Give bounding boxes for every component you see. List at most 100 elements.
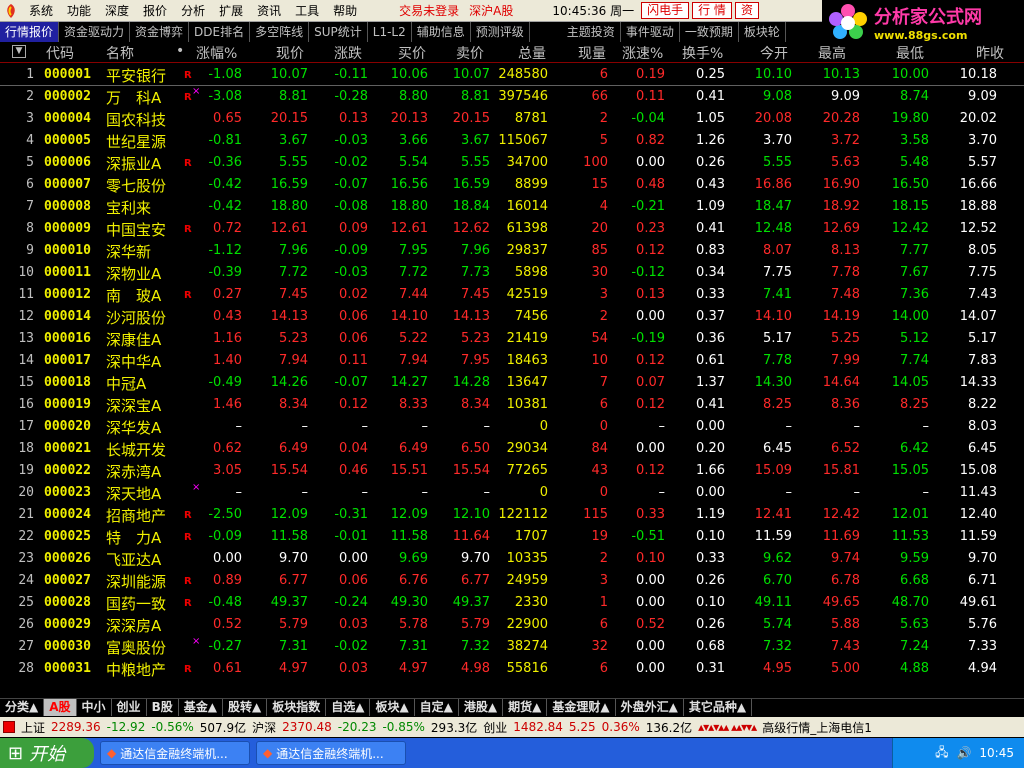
col-name[interactable]: 名称 xyxy=(106,43,134,63)
table-row[interactable]: 23 000026 飞亚达A 0.00 9.70 0.00 9.69 9.70 10335 2 0.… xyxy=(0,548,1024,570)
table-row[interactable]: 12 000014 沙河股份 0.43 14.13 0.06 14.10 14.13 7456 2… xyxy=(0,306,1024,328)
table-row[interactable]: 6 000007 零七股份 -0.42 16.59 -0.07 16.56 16.59 8899… xyxy=(0,174,1024,196)
market-tab-4[interactable]: B股 xyxy=(147,699,179,716)
start-button[interactable]: ⊞ 开始 xyxy=(0,738,94,768)
table-row[interactable]: 2 000002 万 科A R × -3.08 8.81 -0.28 8.80 8.81 39754… xyxy=(0,86,1024,108)
market-tab-1[interactable]: A股 xyxy=(44,699,77,716)
quote-button[interactable]: 行 情 xyxy=(692,2,732,19)
row-index: 8 xyxy=(26,221,34,236)
market-tab-5[interactable]: 基金▲ xyxy=(179,699,223,716)
tab-1[interactable]: 资金驱动力 xyxy=(59,22,131,42)
col-high[interactable]: 最高 xyxy=(818,43,846,63)
table-row[interactable]: 20 000023 深天地A × – – – – – 0 0 – 0.00 – – – 11.43 xyxy=(0,482,1024,504)
taskbar-window-2[interactable]: ◆ 通达信金融终端机... xyxy=(256,741,406,765)
cy-percent: 0.36% xyxy=(601,720,640,734)
menu-system[interactable]: 系统 xyxy=(22,0,60,22)
table-row[interactable]: 7 000008 宝利来 -0.42 18.80 -0.08 18.80 18.84 16014… xyxy=(0,196,1024,218)
table-row[interactable]: 3 000004 国农科技 0.65 20.15 0.13 20.13 20.15 8781 2 -… xyxy=(0,108,1024,130)
tab-5[interactable]: SUP统计 xyxy=(309,22,368,42)
volume-icon[interactable]: 🔊 xyxy=(956,746,971,760)
market-tab-9[interactable]: 板块▲ xyxy=(370,699,415,716)
table-row[interactable]: 19 000022 深赤湾A 3.05 15.54 0.46 15.51 15.54 77265… xyxy=(0,460,1024,482)
menu-depth[interactable]: 深度 xyxy=(98,0,136,22)
market-tab-2[interactable]: 中小 xyxy=(77,699,112,716)
table-row[interactable]: 27 000030 富奥股份 × -0.27 7.31 -0.02 7.31 7.32 38274… xyxy=(0,636,1024,658)
menu-analysis[interactable]: 分析 xyxy=(174,0,212,22)
col-code[interactable]: 代码 xyxy=(46,43,74,63)
trade-status-link[interactable]: 交易未登录 xyxy=(394,0,464,22)
table-row[interactable]: 17 000020 深华发A – – – – – 0 0 – 0.00 – – – 8.03 xyxy=(0,416,1024,438)
col-current-volume[interactable]: 现量 xyxy=(578,43,606,63)
tab-4[interactable]: 多空阵线 xyxy=(250,22,310,42)
tab-9[interactable]: 主题投资 xyxy=(562,22,621,42)
tab-8[interactable]: 预测评级 xyxy=(471,22,530,42)
col-change[interactable]: 涨跌 xyxy=(334,43,362,63)
table-row[interactable]: 1 000001 平安银行 R -1.08 10.07 -0.11 10.06 10.07 248… xyxy=(0,64,1024,86)
menu-tools[interactable]: 工具 xyxy=(288,0,326,22)
tab-3[interactable]: DDE排名 xyxy=(189,22,251,42)
table-row[interactable]: 9 000010 深华新 -1.12 7.96 -0.09 7.95 7.96 29837 85 0… xyxy=(0,240,1024,262)
table-row[interactable]: 8 000009 中国宝安 R 0.72 12.61 0.09 12.61 12.62 61398… xyxy=(0,218,1024,240)
tab-12[interactable]: 板块轮 xyxy=(739,22,786,42)
tab-2[interactable]: 资金博弈 xyxy=(130,22,190,42)
market-tab-14[interactable]: 外盘外汇▲ xyxy=(616,699,684,716)
menu-help[interactable]: 帮助 xyxy=(326,0,364,22)
col-ask[interactable]: 卖价 xyxy=(456,43,484,63)
market-tab-12[interactable]: 期货▲ xyxy=(503,699,548,716)
market-tab-11[interactable]: 港股▲ xyxy=(459,699,504,716)
tab-0[interactable]: 行情报价 xyxy=(0,22,60,42)
table-row[interactable]: 10 000011 深物业A -0.39 7.72 -0.03 7.72 7.73 5898 30… xyxy=(0,262,1024,284)
market-tab-0[interactable]: 分类▲ xyxy=(0,699,45,716)
network-icon[interactable]: 🖧 xyxy=(935,743,948,764)
table-row[interactable]: 5 000006 深振业A R -0.36 5.55 -0.02 5.54 5.55 34700 1… xyxy=(0,152,1024,174)
table-row[interactable]: 24 000027 深圳能源 R 0.89 6.77 0.06 6.76 6.77 24959 3 0… xyxy=(0,570,1024,592)
info-button[interactable]: 资 xyxy=(734,2,759,19)
sort-dropdown-icon[interactable]: ▼ xyxy=(12,45,26,58)
table-row[interactable]: 22 000025 特 力A R -0.09 11.58 -0.01 11.58 11.64 17… xyxy=(0,526,1024,548)
col-prev-close[interactable]: 昨收 xyxy=(976,43,1004,63)
table-row[interactable]: 16 000019 深深宝A 1.46 8.34 0.12 8.33 8.34 10381 6 0.… xyxy=(0,394,1024,416)
tab-10[interactable]: 事件驱动 xyxy=(621,22,680,42)
table-row[interactable]: 18 000021 长城开发 0.62 6.49 0.04 6.49 6.50 29034 84 0… xyxy=(0,438,1024,460)
menu-extend[interactable]: 扩展 xyxy=(212,0,250,22)
table-row[interactable]: 14 000017 深中华A 1.40 7.94 0.11 7.94 7.95 18463 10 0… xyxy=(0,350,1024,372)
col-bid[interactable]: 买价 xyxy=(398,43,426,63)
col-pct[interactable]: 涨幅% xyxy=(196,43,237,63)
market-tab-8[interactable]: 自选▲ xyxy=(326,699,371,716)
market-tab-6[interactable]: 股转▲ xyxy=(223,699,268,716)
col-price[interactable]: 现价 xyxy=(276,43,304,63)
market-tab-3[interactable]: 创业 xyxy=(112,699,147,716)
sz-index[interactable]: 2370.48 xyxy=(282,720,332,734)
menu-quote[interactable]: 报价 xyxy=(136,0,174,22)
col-volume[interactable]: 总量 xyxy=(518,43,546,63)
market-tab-10[interactable]: 自定▲ xyxy=(415,699,459,716)
tab-11[interactable]: 一致预期 xyxy=(680,22,739,42)
col-open[interactable]: 今开 xyxy=(760,43,788,63)
table-row[interactable]: 21 000024 招商地产 R -2.50 12.09 -0.31 12.09 12.10 12… xyxy=(0,504,1024,526)
table-row[interactable]: 28 000031 中粮地产 R 0.61 4.97 0.03 4.97 4.98 55816 6 0… xyxy=(0,658,1024,680)
market-tab-7[interactable]: 板块指数 xyxy=(267,699,327,716)
feed-label[interactable]: 高级行情_上海电信1 xyxy=(762,719,872,736)
col-speed[interactable]: 涨速% xyxy=(622,43,663,63)
taskbar-window-1[interactable]: ◆ 通达信金融终端机... xyxy=(100,741,250,765)
table-row[interactable]: 13 000016 深康佳A 1.16 5.23 0.06 5.22 5.23 21419 54 -… xyxy=(0,328,1024,350)
tab-6[interactable]: L1-L2 xyxy=(368,22,412,42)
sh-index[interactable]: 2289.36 xyxy=(51,720,101,734)
menu-news[interactable]: 资讯 xyxy=(250,0,288,22)
cy-index[interactable]: 1482.84 xyxy=(513,720,563,734)
table-row[interactable]: 25 000028 国药一致 R -0.48 49.37 -0.24 49.30 49.37 23… xyxy=(0,592,1024,614)
cell-price: 11.58 xyxy=(270,529,308,544)
market-tab-13[interactable]: 基金理财▲ xyxy=(547,699,616,716)
market-label[interactable]: 深沪A股 xyxy=(464,0,518,22)
table-row[interactable]: 15 000018 中冠A -0.49 14.26 -0.07 14.27 14.28 1364… xyxy=(0,372,1024,394)
flash-trade-button[interactable]: 闪电手 xyxy=(641,2,690,19)
col-turnover[interactable]: 换手% xyxy=(682,43,723,63)
table-row[interactable]: 4 000005 世纪星源 -0.81 3.67 -0.03 3.66 3.67 115067 5… xyxy=(0,130,1024,152)
table-row[interactable]: 11 000012 南 玻A R 0.27 7.45 0.02 7.44 7.45 42519 3 0… xyxy=(0,284,1024,306)
cell-low: 6.42 xyxy=(900,441,929,456)
table-row[interactable]: 26 000029 深深房A 0.52 5.79 0.03 5.78 5.79 22900 6 0.… xyxy=(0,614,1024,636)
col-low[interactable]: 最低 xyxy=(896,43,924,63)
market-tab-15[interactable]: 其它品种▲ xyxy=(684,699,753,716)
tab-7[interactable]: 辅助信息 xyxy=(412,22,471,42)
menu-function[interactable]: 功能 xyxy=(60,0,98,22)
